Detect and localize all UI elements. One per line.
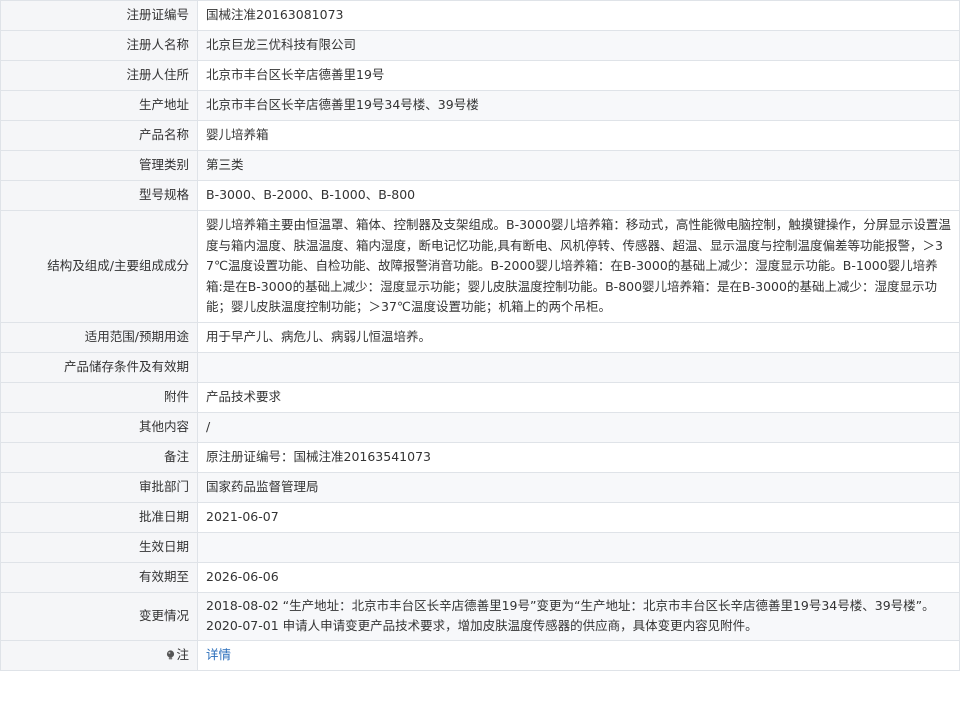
value-attachment: 产品技术要求 <box>197 381 960 413</box>
value-storage-conditions <box>197 351 960 383</box>
label-remarks: 备注 <box>0 441 198 473</box>
label-registration-number: 注册证编号 <box>0 0 198 31</box>
row-approval-department: 审批部门 国家药品监督管理局 <box>0 471 960 503</box>
label-registrant-address: 注册人住所 <box>0 60 198 91</box>
row-intended-use: 适用范围/预期用途 用于早产儿、病危儿、病弱儿恒温培养。 <box>0 321 960 353</box>
row-approval-date: 批准日期 2021-06-07 <box>0 501 960 533</box>
value-registrant-name: 北京巨龙三优科技有限公司 <box>197 30 960 61</box>
value-management-category: 第三类 <box>197 150 960 181</box>
row-registration-number: 注册证编号 国械注准20163081073 <box>0 0 960 31</box>
label-approval-department: 审批部门 <box>0 471 198 503</box>
label-attachment: 附件 <box>0 381 198 413</box>
row-production-address: 生产地址 北京市丰台区长辛店德善里19号34号楼、39号楼 <box>0 90 960 121</box>
label-product-name: 产品名称 <box>0 120 198 151</box>
row-storage-conditions: 产品储存条件及有效期 <box>0 351 960 383</box>
row-effective-date: 生效日期 <box>0 531 960 563</box>
label-intended-use: 适用范围/预期用途 <box>0 321 198 353</box>
change-entry-2018: 2018-08-02 “生产地址：北京市丰台区长辛店德善里19号”变更为“生产地… <box>206 597 935 613</box>
value-remarks: 原注册证编号：国械注准20163541073 <box>197 441 960 473</box>
row-valid-until: 有效期至 2026-06-06 <box>0 561 960 593</box>
value-change-history: 2018-08-02 “生产地址：北京市丰台区长辛店德善里19号”变更为“生产地… <box>197 591 960 641</box>
value-valid-until: 2026-06-06 <box>197 561 960 593</box>
label-model-spec: 型号规格 <box>0 180 198 211</box>
label-structure-composition: 结构及组成/主要组成成分 <box>0 210 198 323</box>
label-approval-date: 批准日期 <box>0 501 198 533</box>
change-entry-2020: 2020-07-01 申请人申请变更产品技术要求，增加皮肤温度传感器的供应商，具… <box>206 618 758 633</box>
label-other-content: 其他内容 <box>0 411 198 443</box>
value-approval-department: 国家药品监督管理局 <box>197 471 960 503</box>
row-model-spec: 型号规格 B-3000、B-2000、B-1000、B-800 <box>0 180 960 211</box>
row-product-name: 产品名称 婴儿培养箱 <box>0 120 960 151</box>
row-other-content: 其他内容 / <box>0 411 960 443</box>
value-product-name: 婴儿培养箱 <box>197 120 960 151</box>
value-structure-composition: 婴儿培养箱主要由恒温罩、箱体、控制器及支架组成。B-3000婴儿培养箱：移动式，… <box>197 210 960 323</box>
value-model-spec: B-3000、B-2000、B-1000、B-800 <box>197 180 960 211</box>
value-registrant-address: 北京市丰台区长辛店德善里19号 <box>197 60 960 91</box>
value-effective-date <box>197 531 960 563</box>
details-link[interactable]: 详情 <box>206 647 231 662</box>
row-note: 注 详情 <box>0 639 960 671</box>
bulb-icon <box>166 650 175 660</box>
value-other-content: / <box>197 411 960 443</box>
label-management-category: 管理类别 <box>0 150 198 181</box>
value-production-address: 北京市丰台区长辛店德善里19号34号楼、39号楼 <box>197 90 960 121</box>
label-effective-date: 生效日期 <box>0 531 198 563</box>
value-approval-date: 2021-06-07 <box>197 501 960 533</box>
label-valid-until: 有效期至 <box>0 561 198 593</box>
registration-detail-table: 注册证编号 国械注准20163081073 注册人名称 北京巨龙三优科技有限公司… <box>0 0 960 671</box>
note-label-text: 注 <box>176 646 189 662</box>
label-production-address: 生产地址 <box>0 90 198 121</box>
label-note: 注 <box>0 639 198 671</box>
row-attachment: 附件 产品技术要求 <box>0 381 960 413</box>
row-change-history: 变更情况 2018-08-02 “生产地址：北京市丰台区长辛店德善里19号”变更… <box>0 591 960 641</box>
label-registrant-name: 注册人名称 <box>0 30 198 61</box>
label-change-history: 变更情况 <box>0 591 198 641</box>
row-management-category: 管理类别 第三类 <box>0 150 960 181</box>
row-registrant-name: 注册人名称 北京巨龙三优科技有限公司 <box>0 30 960 61</box>
row-remarks: 备注 原注册证编号：国械注准20163541073 <box>0 441 960 473</box>
row-structure-composition: 结构及组成/主要组成成分 婴儿培养箱主要由恒温罩、箱体、控制器及支架组成。B-3… <box>0 210 960 323</box>
label-storage-conditions: 产品储存条件及有效期 <box>0 351 198 383</box>
value-note: 详情 <box>197 639 960 671</box>
row-registrant-address: 注册人住所 北京市丰台区长辛店德善里19号 <box>0 60 960 91</box>
value-intended-use: 用于早产儿、病危儿、病弱儿恒温培养。 <box>197 321 960 353</box>
value-registration-number: 国械注准20163081073 <box>197 0 960 31</box>
